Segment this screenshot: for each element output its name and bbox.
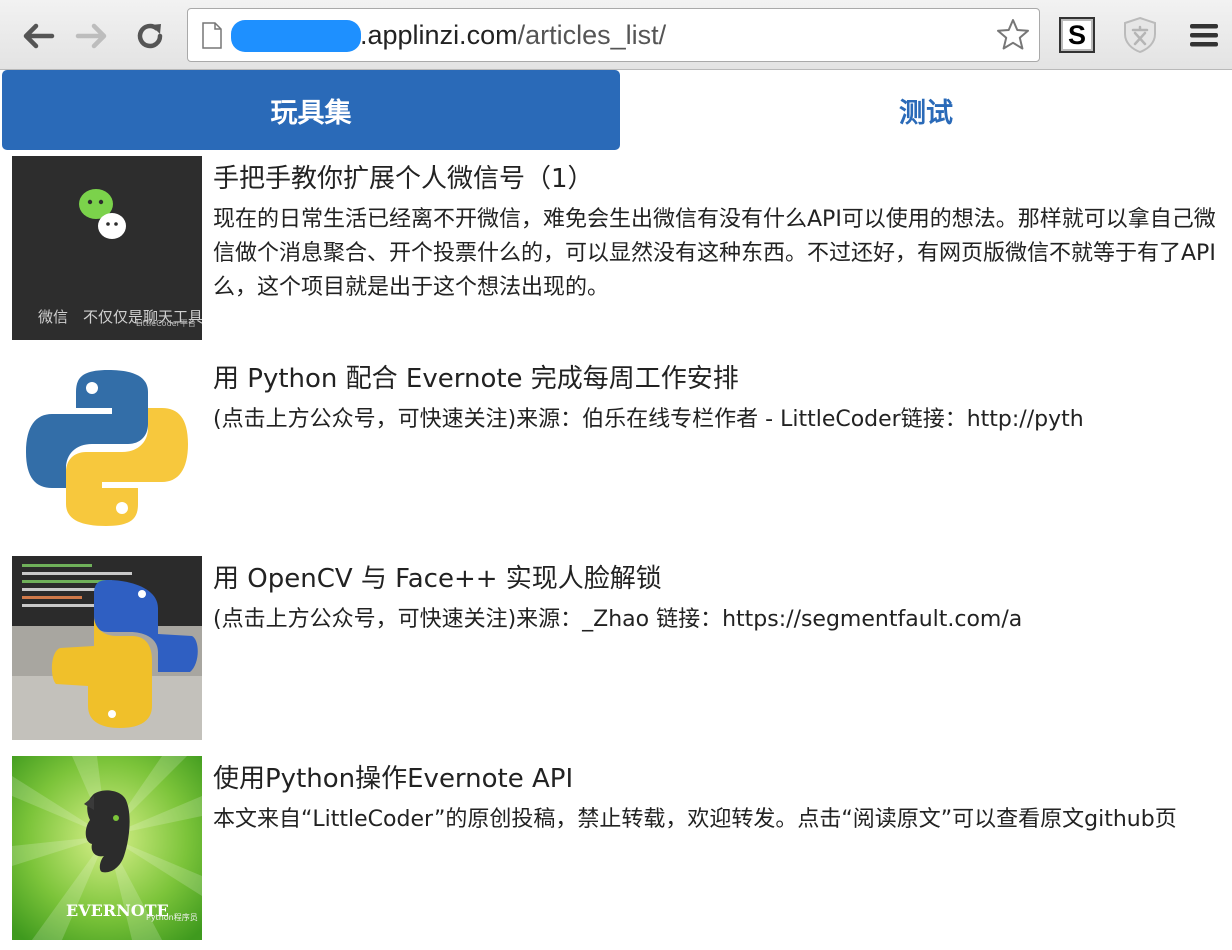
- evernote-thumb-watermark: Python程序员: [146, 912, 198, 922]
- page-icon: [202, 22, 222, 49]
- article-item[interactable]: EVERNOTE Python程序员 使用Python操作Evernote AP…: [0, 756, 1232, 940]
- forward-arrow-icon: [75, 23, 107, 49]
- article-item[interactable]: 微信 不仅仅是聊天工具 LittleCoder平台 手把手教你扩展个人微信号（1…: [0, 156, 1232, 340]
- article-description: (点击上方公众号，可快速关注)来源：_Zhao 链接：https://segme…: [213, 607, 1023, 632]
- tab-test[interactable]: 测试: [620, 70, 1232, 150]
- reload-button[interactable]: [128, 14, 172, 58]
- url-path: /articles_list/: [517, 20, 667, 50]
- article-item[interactable]: 用 OpenCV 与 Face++ 实现人脸解锁 (点击上方公众号，可快速关注)…: [0, 556, 1232, 740]
- s-extension-icon: S: [1059, 17, 1095, 53]
- back-arrow-icon: [23, 23, 55, 49]
- article-thumbnail-opencv[interactable]: [12, 556, 202, 740]
- s-extension-button[interactable]: S: [1057, 15, 1097, 55]
- wechat-thumb-watermark: LittleCoder平台: [136, 318, 196, 328]
- hamburger-menu-icon: [1190, 24, 1218, 47]
- tab-toys[interactable]: 玩具集: [2, 70, 620, 150]
- article-description: 本文来自“LittleCoder”的原创投稿，禁止转载，欢迎转发。点击“阅读原文…: [213, 807, 1177, 832]
- article-title[interactable]: 使用Python操作Evernote API: [213, 761, 573, 797]
- evernote-logo-image: EVERNOTE Python程序员: [12, 756, 202, 940]
- article-thumbnail-evernote[interactable]: EVERNOTE Python程序员: [12, 756, 202, 940]
- menu-button[interactable]: [1184, 15, 1224, 55]
- shield-extension-button[interactable]: [1120, 15, 1160, 55]
- wechat-logo-image: 微信 不仅仅是聊天工具 LittleCoder平台: [12, 156, 202, 340]
- url-text: .applinzi.com/articles_list/: [360, 18, 666, 52]
- forward-button[interactable]: [70, 14, 114, 58]
- article-title[interactable]: 手把手教你扩展个人微信号（1）: [213, 161, 594, 197]
- shield-icon: [1124, 16, 1156, 54]
- article-title[interactable]: 用 Python 配合 Evernote 完成每周工作安排: [213, 361, 739, 397]
- url-redaction: [231, 20, 361, 52]
- python-logo-image: [12, 356, 202, 540]
- article-item[interactable]: 用 Python 配合 Evernote 完成每周工作安排 (点击上方公众号，可…: [0, 356, 1232, 540]
- article-thumbnail-python[interactable]: [12, 356, 202, 540]
- back-button[interactable]: [16, 14, 60, 58]
- article-title[interactable]: 用 OpenCV 与 Face++ 实现人脸解锁: [213, 561, 662, 597]
- url-domain: .applinzi.com: [360, 20, 518, 50]
- browser-toolbar: .applinzi.com/articles_list/ S: [0, 0, 1232, 70]
- bookmark-star-icon[interactable]: [995, 17, 1031, 53]
- article-thumbnail-wechat[interactable]: 微信 不仅仅是聊天工具 LittleCoder平台: [12, 156, 202, 340]
- category-tabs: 玩具集 测试: [0, 70, 1232, 150]
- python-toy-photo: [12, 556, 202, 740]
- article-description: (点击上方公众号，可快速关注)来源：伯乐在线专栏作者 - LittleCoder…: [213, 407, 1084, 432]
- address-bar[interactable]: .applinzi.com/articles_list/: [187, 8, 1040, 62]
- article-description: 现在的日常生活已经离不开微信，难免会生出微信有没有什么API可以使用的想法。那样…: [213, 207, 1216, 300]
- reload-icon: [137, 23, 163, 49]
